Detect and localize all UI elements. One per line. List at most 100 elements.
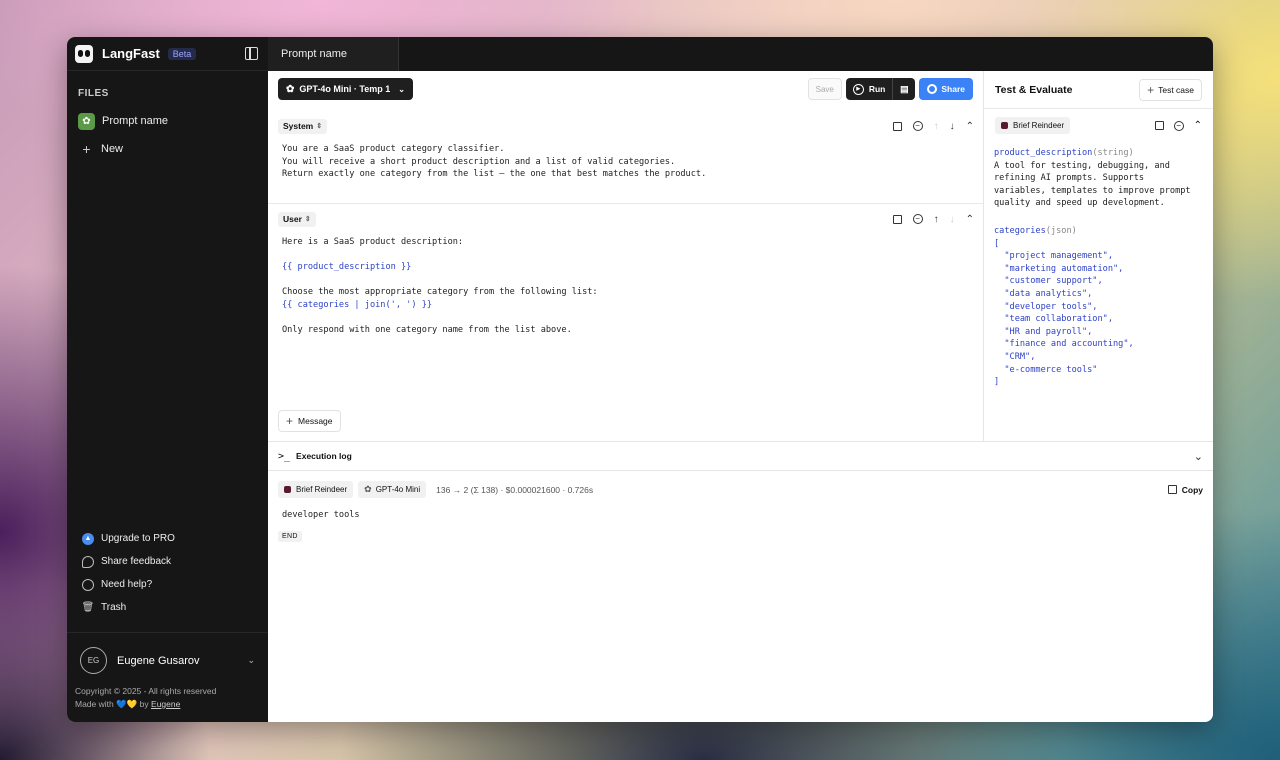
chat-bubble-icon xyxy=(82,555,94,568)
divider xyxy=(268,203,984,204)
variable-value: A tool for testing, debugging, and refin… xyxy=(994,160,1191,209)
message-actions: − ↑ ↓ ⌃ xyxy=(892,121,974,132)
prompt-editor: ✿ GPT-4o Mini · Temp 1 ⌄ Save ▶ Run ▤ Sh… xyxy=(268,71,984,441)
app-logo xyxy=(75,44,93,63)
role-label: User xyxy=(283,214,302,224)
openai-icon: ✿ xyxy=(78,112,95,130)
execution-log-header[interactable]: >_ Execution log ⌄ xyxy=(268,441,1213,471)
result-meta: Brief Reindeer ✿ GPT-4o Mini 136 → 2 (Σ … xyxy=(278,481,1203,498)
chevron-down-icon[interactable]: ⌄ xyxy=(1194,450,1203,463)
trash-link[interactable]: 🗑 Trash xyxy=(67,596,268,619)
upgrade-label: Upgrade to PRO xyxy=(101,533,175,544)
sort-icon: ⇕ xyxy=(304,216,311,223)
add-test-case-button[interactable]: + Test case xyxy=(1139,78,1202,101)
result-stats: 136 → 2 (Σ 138) · $0.000021600 · 0.726s xyxy=(436,484,594,495)
author-link[interactable]: Eugene xyxy=(151,699,180,709)
trash-label: Trash xyxy=(101,602,127,613)
result-case-tag: Brief Reindeer xyxy=(278,481,354,498)
tab-prompt[interactable]: Prompt name xyxy=(268,37,399,71)
arrow-up-icon[interactable]: ↑ xyxy=(934,214,939,225)
remove-icon[interactable]: − xyxy=(912,214,923,224)
sidebar-links: ▲ Upgrade to PRO Share feedback Need hel… xyxy=(67,527,268,619)
variable-type: (json) xyxy=(1045,225,1077,236)
run-options-icon[interactable]: ▤ xyxy=(893,78,915,100)
avatar: EG xyxy=(80,647,107,674)
copy-icon[interactable] xyxy=(892,121,902,131)
toolbar-actions: Save ▶ Run ▤ Share xyxy=(807,78,973,100)
role-selector[interactable]: User ⇕ xyxy=(278,211,316,227)
hearts-icon: 💙💛 xyxy=(116,699,138,709)
copy-icon[interactable] xyxy=(1154,121,1164,130)
trash-icon: 🗑 xyxy=(81,602,95,613)
chevron-up-icon[interactable]: ⌃ xyxy=(1194,120,1202,131)
model-label: GPT-4o Mini · Temp 1 xyxy=(299,84,391,94)
result-model-tag: ✿ GPT-4o Mini xyxy=(358,481,427,498)
chevron-down-icon: ⌄ xyxy=(398,84,405,94)
role-selector[interactable]: System ⇕ xyxy=(278,118,328,134)
add-message-label: Message xyxy=(298,416,333,426)
add-message-button[interactable]: + Message xyxy=(278,410,341,432)
globe-icon xyxy=(927,84,938,94)
share-button[interactable]: Share xyxy=(919,78,973,100)
upgrade-link[interactable]: ▲ Upgrade to PRO xyxy=(67,527,268,550)
new-file-button[interactable]: + New xyxy=(67,135,268,163)
variable-header: product_description(string) xyxy=(994,147,1203,160)
user-line-2: Choose the most appropriate category fro… xyxy=(282,287,598,298)
app-name: LangFast xyxy=(102,46,160,61)
variable-header: categories(json) xyxy=(994,225,1203,238)
case-color-icon xyxy=(284,486,291,493)
made-with-prefix: Made with xyxy=(75,699,114,709)
chevron-up-icon[interactable]: ⌃ xyxy=(966,121,974,132)
test-panel-title: Test & Evaluate xyxy=(995,83,1073,96)
user-menu[interactable]: EG Eugene Gusarov ⌄ xyxy=(67,633,268,674)
test-case-name: Brief Reindeer xyxy=(1013,121,1065,130)
run-label: Run xyxy=(868,84,886,94)
user-name: Eugene Gusarov xyxy=(117,654,200,667)
result-model-name: GPT-4o Mini xyxy=(375,485,421,494)
test-variables[interactable]: product_description(string) A tool for t… xyxy=(984,134,1213,402)
sidebar-file-item[interactable]: ✿ Prompt name xyxy=(67,107,268,135)
save-button[interactable]: Save xyxy=(807,78,842,100)
arrow-up-icon[interactable]: ↑ xyxy=(934,121,939,132)
system-message-text[interactable]: You are a SaaS product category classifi… xyxy=(268,135,984,189)
remove-icon[interactable]: − xyxy=(912,121,923,131)
tab-bar: Prompt name xyxy=(268,37,1213,71)
result-case-name: Brief Reindeer xyxy=(296,485,348,494)
user-message-header: User ⇕ − ↑ ↓ ⌃ xyxy=(268,210,984,228)
user-section: EG Eugene Gusarov ⌄ Copyright © 2025 - A… xyxy=(67,632,268,722)
copy-button[interactable]: Copy xyxy=(1167,485,1203,495)
terminal-icon: >_ xyxy=(278,450,291,462)
test-case-actions: − ⌃ xyxy=(1154,120,1202,131)
variable-value: [ "project management", "marketing autom… xyxy=(994,238,1134,388)
sidebar-header: LangFast Beta xyxy=(67,37,268,71)
share-feedback-link[interactable]: Share feedback xyxy=(67,550,268,573)
user-message: User ⇕ − ↑ ↓ ⌃ Here is a SaaS product des… xyxy=(268,210,984,345)
copy-icon[interactable] xyxy=(892,214,902,224)
run-button[interactable]: ▶ Run xyxy=(846,78,894,100)
made-with: Made with 💙💛 by Eugene xyxy=(75,698,260,711)
lifebuoy-icon xyxy=(82,578,94,591)
template-variable: {{ categories | join(', ') }} xyxy=(282,299,433,310)
help-link[interactable]: Need help? xyxy=(67,573,268,596)
arrow-down-icon[interactable]: ↓ xyxy=(950,121,955,132)
chevron-up-icon[interactable]: ⌃ xyxy=(966,214,974,225)
test-case-tag[interactable]: Brief Reindeer xyxy=(995,117,1071,134)
user-line-1: Here is a SaaS product description: xyxy=(282,237,464,247)
remove-icon[interactable]: − xyxy=(1173,120,1184,131)
test-panel-header: Test & Evaluate + Test case xyxy=(984,71,1213,109)
file-label: Prompt name xyxy=(102,115,169,127)
user-line-3: Only respond with one category name from… xyxy=(282,325,572,336)
model-selector[interactable]: ✿ GPT-4o Mini · Temp 1 ⌄ xyxy=(278,78,413,100)
arrow-down-icon[interactable]: ↓ xyxy=(950,214,955,225)
user-message-text[interactable]: Here is a SaaS product description: {{ p… xyxy=(268,228,984,345)
sidebar: LangFast Beta FILES ✿ Prompt name + New … xyxy=(67,37,268,722)
execution-result: Brief Reindeer ✿ GPT-4o Mini 136 → 2 (Σ … xyxy=(268,471,1213,722)
collapse-sidebar-icon[interactable] xyxy=(245,47,258,60)
role-label: System xyxy=(283,121,314,131)
test-case-label: Test case xyxy=(1158,84,1194,95)
plus-icon: + xyxy=(286,414,294,428)
new-label: New xyxy=(101,143,124,155)
play-icon: ▶ xyxy=(852,83,864,95)
chevron-down-icon: ⌄ xyxy=(247,655,255,665)
template-variable: {{ product_description }} xyxy=(282,262,412,273)
